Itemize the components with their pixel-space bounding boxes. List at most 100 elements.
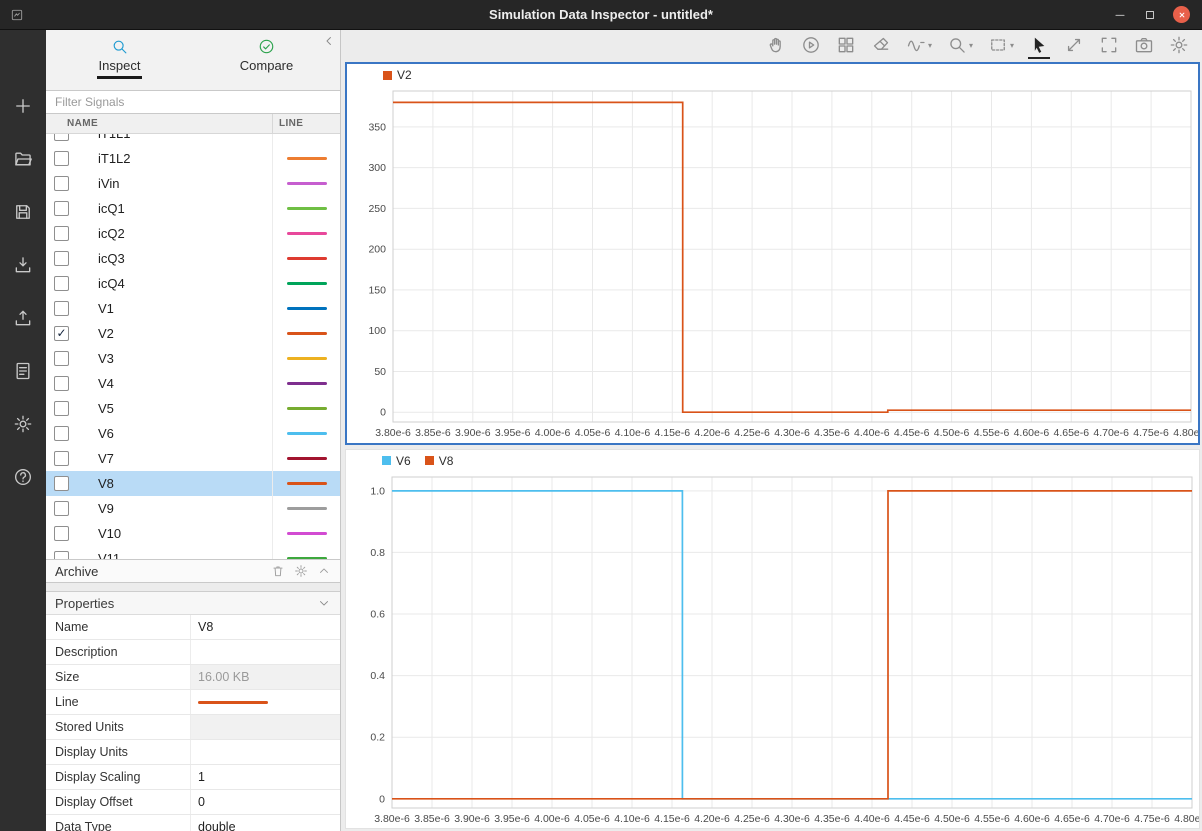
property-value[interactable]: double bbox=[191, 815, 340, 831]
signal-checkbox[interactable] bbox=[54, 426, 69, 441]
signal-row[interactable]: V6 bbox=[46, 421, 340, 446]
signal-line-swatch bbox=[287, 457, 327, 460]
collapse-sidebar-button[interactable] bbox=[322, 34, 336, 48]
report-button[interactable] bbox=[13, 361, 33, 381]
pan-tool-button[interactable] bbox=[765, 33, 787, 59]
signal-checkbox[interactable] bbox=[54, 501, 69, 516]
subplot-top[interactable]: V2 0501001502002503003503.80e-63.85e-63.… bbox=[345, 62, 1200, 445]
line-style-swatch[interactable] bbox=[198, 701, 268, 704]
property-value[interactable] bbox=[191, 715, 340, 739]
subplot-layout-tool-button[interactable] bbox=[835, 33, 857, 59]
subplot-bottom-canvas[interactable]: 00.20.40.60.81.03.80e-63.85e-63.90e-63.9… bbox=[346, 472, 1199, 829]
signal-checkbox[interactable] bbox=[54, 176, 69, 191]
tab-inspect[interactable]: Inspect bbox=[46, 30, 193, 90]
archive-actions bbox=[271, 564, 331, 578]
signal-line-cell bbox=[272, 196, 340, 221]
signal-row[interactable]: icQ3 bbox=[46, 246, 340, 271]
zoom-tool-button[interactable]: ▾ bbox=[946, 33, 974, 59]
erase-tool-button[interactable] bbox=[870, 33, 892, 59]
legend-item[interactable]: V8 bbox=[425, 454, 454, 468]
property-value[interactable] bbox=[191, 690, 340, 714]
property-label: Display Offset bbox=[46, 790, 191, 814]
signal-row[interactable]: V10 bbox=[46, 521, 340, 546]
property-value[interactable] bbox=[191, 740, 340, 764]
signal-checkbox[interactable] bbox=[54, 551, 69, 559]
signal-checkbox[interactable] bbox=[54, 376, 69, 391]
dropdown-caret-icon[interactable]: ▾ bbox=[1010, 41, 1014, 50]
signal-checkbox[interactable] bbox=[54, 226, 69, 241]
signal-checkbox[interactable]: ✓ bbox=[54, 326, 69, 341]
signal-row[interactable]: V7 bbox=[46, 446, 340, 471]
snapshot-tool-button[interactable] bbox=[1133, 33, 1155, 59]
cursor-tool-button[interactable] bbox=[1028, 33, 1050, 59]
signal-checkbox[interactable] bbox=[54, 134, 69, 141]
import-button[interactable] bbox=[13, 255, 33, 275]
chart-canvas[interactable]: 0501001502002503003503.80e-63.85e-63.90e… bbox=[347, 86, 1198, 443]
help-button[interactable] bbox=[13, 467, 33, 487]
signal-row[interactable]: iVin bbox=[46, 171, 340, 196]
property-value[interactable] bbox=[191, 640, 340, 664]
signal-checkbox[interactable] bbox=[54, 301, 69, 316]
trash-button[interactable] bbox=[271, 564, 285, 578]
signal-wave-tool-button[interactable]: ▾ bbox=[905, 33, 933, 59]
close-button[interactable] bbox=[1173, 6, 1190, 23]
chevron-up-button[interactable] bbox=[317, 564, 331, 578]
signal-checkbox[interactable] bbox=[54, 276, 69, 291]
signal-checkbox[interactable] bbox=[54, 476, 69, 491]
signal-row[interactable]: V5 bbox=[46, 396, 340, 421]
signal-row[interactable]: V1 bbox=[46, 296, 340, 321]
signal-checkbox[interactable] bbox=[54, 451, 69, 466]
legend-item[interactable]: V2 bbox=[383, 68, 412, 82]
export-button[interactable] bbox=[13, 308, 33, 328]
fit-view-tool-button[interactable] bbox=[1063, 33, 1085, 59]
save-button[interactable] bbox=[13, 202, 33, 222]
replay-tool-button[interactable] bbox=[800, 33, 822, 59]
tab-compare[interactable]: Compare bbox=[193, 30, 340, 90]
signal-line-cell bbox=[272, 521, 340, 546]
archive-section-header[interactable]: Archive bbox=[46, 559, 340, 583]
signal-row[interactable]: V9 bbox=[46, 496, 340, 521]
properties-collapse-button[interactable] bbox=[317, 596, 331, 610]
signal-row[interactable]: iT1L1 bbox=[46, 134, 340, 146]
fullscreen-tool-button[interactable] bbox=[1098, 33, 1120, 59]
subplot-top-canvas[interactable]: 0501001502002503003503.80e-63.85e-63.90e… bbox=[347, 86, 1198, 443]
signal-row[interactable]: V3 bbox=[46, 346, 340, 371]
signal-row[interactable]: ✓V2 bbox=[46, 321, 340, 346]
property-value[interactable]: 0 bbox=[191, 790, 340, 814]
svg-text:0.2: 0.2 bbox=[370, 731, 385, 743]
signal-checkbox[interactable] bbox=[54, 151, 69, 166]
add-button[interactable] bbox=[13, 96, 33, 116]
subplot-bottom-legend: V6 V8 bbox=[346, 450, 1199, 472]
dropdown-caret-icon[interactable]: ▾ bbox=[969, 41, 973, 50]
filter-signals-input[interactable] bbox=[46, 90, 340, 114]
settings-button[interactable] bbox=[294, 564, 308, 578]
legend-item[interactable]: V6 bbox=[382, 454, 411, 468]
signal-row[interactable]: icQ2 bbox=[46, 221, 340, 246]
signal-row[interactable]: V8 bbox=[46, 471, 340, 496]
signal-row[interactable]: V11 bbox=[46, 546, 340, 559]
minimize-button[interactable] bbox=[1113, 8, 1127, 22]
signal-checkbox[interactable] bbox=[54, 401, 69, 416]
chart-canvas[interactable]: 00.20.40.60.81.03.80e-63.85e-63.90e-63.9… bbox=[346, 472, 1199, 829]
region-select-tool-button[interactable]: ▾ bbox=[987, 33, 1015, 59]
signal-checkbox[interactable] bbox=[54, 251, 69, 266]
signal-row[interactable]: V4 bbox=[46, 371, 340, 396]
properties-header[interactable]: Properties bbox=[46, 591, 340, 615]
property-value[interactable]: V8 bbox=[191, 615, 340, 639]
open-folder-button[interactable] bbox=[13, 149, 33, 169]
settings-button[interactable] bbox=[13, 414, 33, 434]
maximize-button[interactable] bbox=[1143, 8, 1157, 22]
signal-checkbox[interactable] bbox=[54, 526, 69, 541]
signal-checkbox[interactable] bbox=[54, 201, 69, 216]
signal-checkbox[interactable] bbox=[54, 351, 69, 366]
subplot-bottom[interactable]: V6 V8 00.20.40.60.81.03.80e-63.85e-63.90e… bbox=[345, 449, 1200, 830]
signal-list[interactable]: iT1L1iT1L2iVinicQ1icQ2icQ3icQ4V1✓V2V3V4V… bbox=[46, 134, 340, 559]
signal-row[interactable]: icQ4 bbox=[46, 271, 340, 296]
property-value[interactable]: 1 bbox=[191, 765, 340, 789]
svg-text:4.45e-6: 4.45e-6 bbox=[894, 427, 930, 439]
dropdown-caret-icon[interactable]: ▾ bbox=[928, 41, 932, 50]
signal-row[interactable]: iT1L2 bbox=[46, 146, 340, 171]
settings-tool-button[interactable] bbox=[1168, 33, 1190, 59]
signal-row[interactable]: icQ1 bbox=[46, 196, 340, 221]
property-value[interactable]: 16.00 KB bbox=[191, 665, 340, 689]
